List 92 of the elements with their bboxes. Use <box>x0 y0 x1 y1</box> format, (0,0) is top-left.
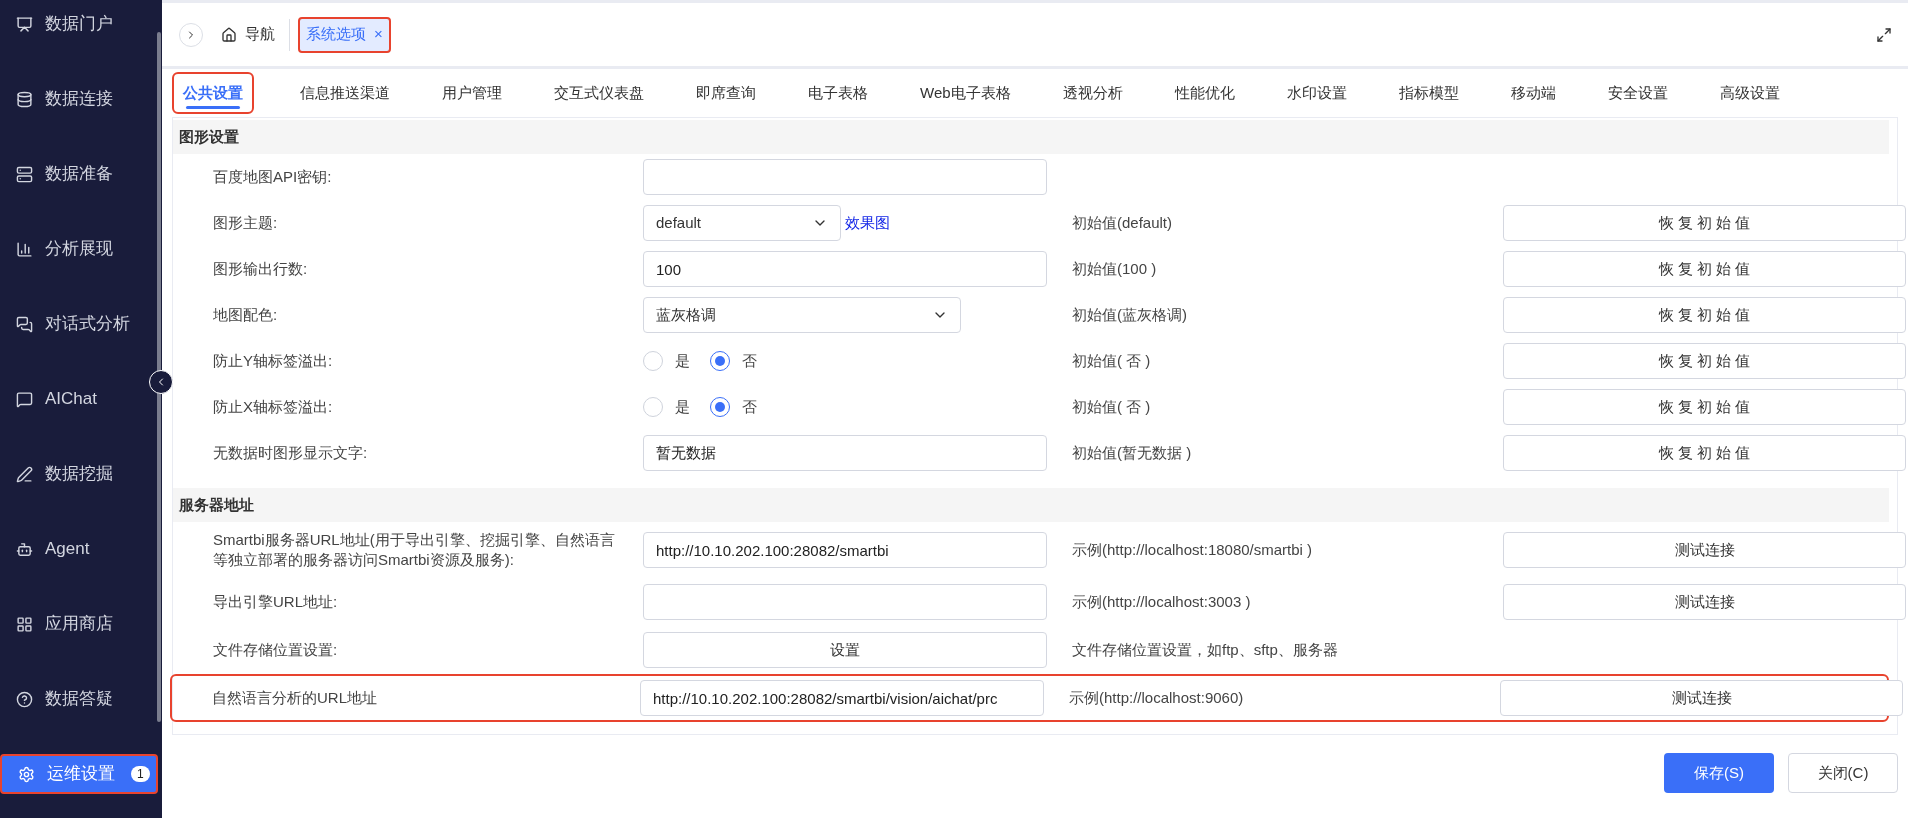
hint-text: 初始值(暂无数据 ) <box>1072 442 1192 463</box>
sidebar-item[interactable]: Agent <box>0 529 158 569</box>
field-label: 图形主题: <box>213 213 279 233</box>
bar-chart-icon <box>16 240 33 258</box>
sidebar-item[interactable]: 数据挖掘 <box>0 454 158 494</box>
text-field[interactable] <box>643 584 1047 620</box>
radio-label: 否 <box>742 396 757 417</box>
sidebar-item[interactable]: AIChat <box>0 379 158 419</box>
pen-icon <box>16 465 33 483</box>
field-label: 防止X轴标签溢出: <box>213 397 334 417</box>
action-button[interactable]: 测试连接 <box>1503 532 1906 568</box>
dropdown[interactable]: 蓝灰格调 <box>643 297 961 333</box>
action-button[interactable]: 恢 复 初 始 值 <box>1503 251 1906 287</box>
save-button[interactable]: 保存(S) <box>1664 753 1774 793</box>
database-icon <box>16 90 33 108</box>
field-label: 百度地图API密钥: <box>213 167 333 187</box>
settings-tab[interactable]: Web电子表格 <box>894 72 1037 114</box>
hint-text: 初始值(蓝灰格调) <box>1072 304 1187 325</box>
settings-tab[interactable]: 指标模型 <box>1372 72 1485 114</box>
field-label: 地图配色: <box>213 305 279 325</box>
settings-tab[interactable]: 性能优化 <box>1148 72 1261 114</box>
field-label: 防止Y轴标签溢出: <box>213 351 334 371</box>
action-button[interactable]: 恢 复 初 始 值 <box>1503 205 1906 241</box>
close-button[interactable]: 关闭(C) <box>1788 753 1898 793</box>
sidebar-item[interactable]: 运维设置 1 <box>0 754 158 794</box>
page-tab[interactable]: 系统选项 × <box>298 16 391 53</box>
settings-tab[interactable]: 安全设置 <box>1581 72 1694 114</box>
settings-tab[interactable]: 即席查询 <box>670 72 782 114</box>
settings-tab[interactable]: 高级设置 <box>1693 72 1806 114</box>
settings-tab[interactable]: 交互式仪表盘 <box>528 72 670 114</box>
home-icon <box>221 26 237 43</box>
hint-text: 示例(http://localhost:9060) <box>1069 687 1244 708</box>
text-field[interactable]: http://10.10.202.100:28082/smartbi <box>643 532 1047 568</box>
dropdown[interactable]: default <box>643 205 841 241</box>
action-button[interactable]: 测试连接 <box>1503 584 1906 620</box>
action-button[interactable]: 恢 复 初 始 值 <box>1503 389 1906 425</box>
settings-tab[interactable]: 电子表格 <box>782 72 894 114</box>
preview-link[interactable]: 效果图 <box>845 211 890 235</box>
field-label: 文件存储位置设置: <box>213 640 339 660</box>
settings-tab[interactable]: 透视分析 <box>1036 72 1149 114</box>
radio-label: 否 <box>742 350 757 371</box>
settings-icon <box>18 765 35 783</box>
field-label: Smartbi服务器URL地址(用于导出引擎、挖掘引擎、自然语言等独立部署的服务器访问Smartbi资源及服务): <box>213 530 616 570</box>
close-tab-button[interactable]: × <box>374 23 383 46</box>
chat-icon <box>16 390 33 408</box>
sidebar-item[interactable]: 数据答疑 <box>0 679 158 719</box>
collapse-button[interactable] <box>149 370 173 394</box>
sidebar-item[interactable]: 应用商店 <box>0 604 158 644</box>
help-icon <box>16 690 33 708</box>
section-header: 服务器地址 <box>173 488 1889 522</box>
action-button[interactable]: 恢 复 初 始 值 <box>1503 343 1906 379</box>
hint-text: 初始值(default) <box>1072 212 1173 233</box>
home-tab[interactable]: 导航 <box>221 18 290 51</box>
sidebar-item[interactable]: 数据准备 <box>0 154 158 194</box>
server-icon <box>16 165 33 183</box>
text-field[interactable]: http://10.10.202.100:28082/smartbi/vision/aichat/prc <box>640 680 1044 716</box>
action-button[interactable]: 恢 复 初 始 值 <box>1503 297 1906 333</box>
dashboard-icon <box>16 15 33 33</box>
action-button[interactable]: 测试连接 <box>1500 680 1903 716</box>
hint-text: 初始值(100 ) <box>1072 258 1157 279</box>
hint-text: 示例(http://localhost:3003 ) <box>1072 591 1251 612</box>
section-header: 图形设置 <box>173 120 1889 154</box>
count-badge: 1 <box>131 766 150 782</box>
settings-tab[interactable]: 用户管理 <box>416 72 528 114</box>
field-label: 导出引擎URL地址: <box>213 592 339 612</box>
sidebar-item[interactable]: 对话式分析 <box>0 304 158 344</box>
field-label: 无数据时图形显示文字: <box>213 443 369 463</box>
field-label: 自然语言分析的URL地址 <box>212 688 378 708</box>
chat-icon <box>16 315 33 333</box>
text-field[interactable] <box>643 159 1047 195</box>
hint-text: 初始值( 否 ) <box>1072 350 1151 371</box>
settings-tab[interactable]: 水印设置 <box>1260 72 1373 114</box>
settings-tab[interactable]: 公共设置 <box>172 72 254 114</box>
hint-text: 初始值( 否 ) <box>1072 396 1151 417</box>
sidebar-item[interactable]: 数据门户 <box>0 4 158 44</box>
text-field[interactable]: 暂无数据 <box>643 435 1047 471</box>
radio-label: 是 <box>675 350 690 371</box>
tab-label: 系统选项 <box>306 24 366 45</box>
hint-text: 示例(http://localhost:18080/smartbi ) <box>1072 539 1313 560</box>
action-button[interactable]: 恢 复 初 始 值 <box>1503 435 1906 471</box>
fullscreen-icon[interactable] <box>1876 26 1892 43</box>
field-label: 图形输出行数: <box>213 259 309 279</box>
sidebar-item[interactable]: 分析展现 <box>0 229 158 269</box>
robot-icon <box>16 540 33 558</box>
settings-button[interactable]: 设置 <box>643 632 1047 668</box>
settings-tab[interactable]: 移动端 <box>1484 72 1582 114</box>
sidebar-item[interactable]: 数据连接 <box>0 79 158 119</box>
grid-icon <box>16 615 33 633</box>
settings-tab[interactable]: 信息推送渠道 <box>274 72 416 114</box>
text-field[interactable]: 100 <box>643 251 1047 287</box>
hint-text: 文件存储位置设置，如ftp、sftp、服务器 <box>1072 639 1338 660</box>
radio-label: 是 <box>675 396 690 417</box>
